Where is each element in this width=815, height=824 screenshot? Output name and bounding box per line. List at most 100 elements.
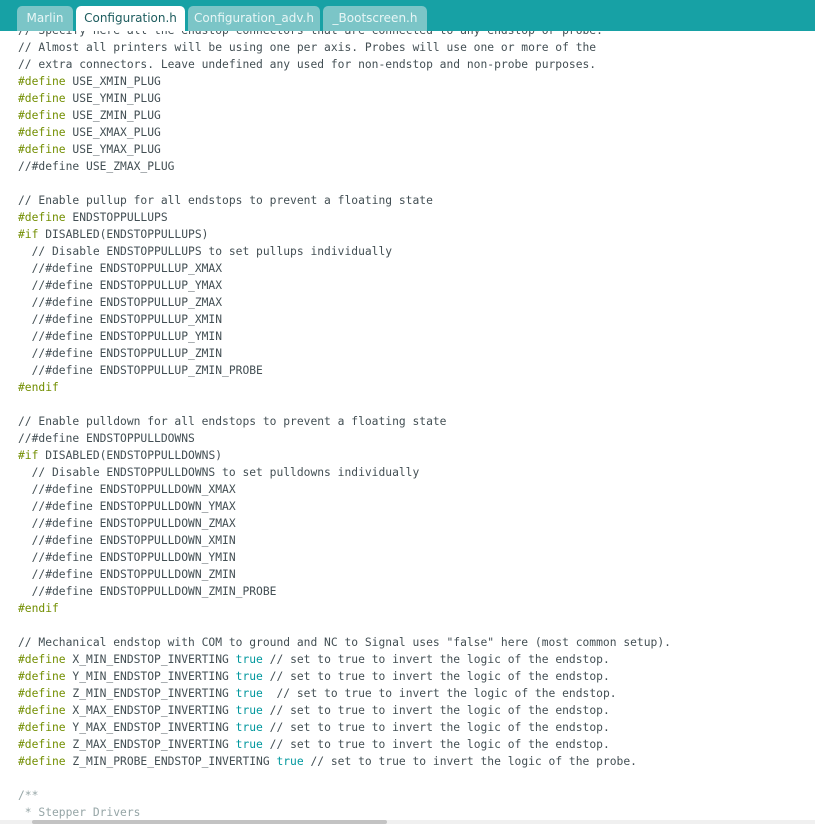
code-line: //#define ENDSTOPPULLDOWN_XMIN (18, 532, 815, 549)
code-token: //#define ENDSTOPPULLUP_YMAX (18, 279, 223, 292)
tab-configuration-adv-h[interactable]: Configuration_adv.h (188, 6, 320, 31)
code-line: #define X_MIN_ENDSTOP_INVERTING true // … (18, 651, 815, 668)
code-text[interactable]: // Specify here all the endstop connecto… (18, 31, 815, 819)
code-token: // Disable ENDSTOPPULLUPS to set pullups… (18, 245, 393, 258)
tab-bootscreen-h[interactable]: _Bootscreen.h (323, 6, 427, 31)
code-line: // Mechanical endstop with COM to ground… (18, 634, 815, 651)
code-token: // Disable ENDSTOPPULLDOWNS to set pulld… (18, 466, 420, 479)
keyword-token: true (235, 670, 263, 683)
code-token: * Stepper Drivers (18, 806, 141, 819)
code-token: //#define ENDSTOPPULLDOWN_YMAX (18, 500, 236, 513)
preprocessor-token: #if (18, 228, 39, 241)
code-token: // Enable pullup for all endstops to pre… (18, 194, 433, 207)
code-token: // extra connectors. Leave undefined any… (18, 58, 597, 71)
code-line: //#define ENDSTOPPULLDOWN_YMAX (18, 498, 815, 515)
preprocessor-token: #define (18, 755, 66, 768)
code-token: Y_MIN_ENDSTOP_INVERTING (65, 670, 236, 683)
code-line: #if DISABLED(ENDSTOPPULLDOWNS) (18, 447, 815, 464)
code-line: //#define ENDSTOPPULLDOWN_ZMIN_PROBE (18, 583, 815, 600)
code-line: #endif (18, 600, 815, 617)
code-editor[interactable]: // Specify here all the endstop connecto… (0, 31, 815, 821)
code-line: #endif (18, 379, 815, 396)
code-line: //#define ENDSTOPPULLUP_XMIN (18, 311, 815, 328)
tab-bar: Marlin Configuration.h Configuration_adv… (0, 0, 815, 33)
preprocessor-token: #define (18, 653, 66, 666)
code-line: // Disable ENDSTOPPULLDOWNS to set pulld… (18, 464, 815, 481)
keyword-token: true (235, 704, 263, 717)
code-token: USE_XMIN_PLUG (65, 75, 161, 88)
code-line: // Specify here all the endstop connecto… (18, 31, 815, 39)
code-line: #define USE_YMIN_PLUG (18, 90, 815, 107)
code-line: //#define ENDSTOPPULLUP_ZMIN (18, 345, 815, 362)
code-token: ENDSTOPPULLUPS (65, 211, 168, 224)
keyword-token: true (276, 755, 304, 768)
keyword-token: true (235, 687, 263, 700)
code-line: #if DISABLED(ENDSTOPPULLUPS) (18, 226, 815, 243)
code-token: //#define ENDSTOPPULLUP_XMAX (18, 262, 223, 275)
code-token: USE_ZMIN_PLUG (65, 109, 161, 122)
code-token: Y_MAX_ENDSTOP_INVERTING (65, 721, 236, 734)
preprocessor-token: #endif (18, 602, 59, 615)
code-line: // Almost all printers will be using one… (18, 39, 815, 56)
preprocessor-token: #define (18, 738, 66, 751)
preprocessor-token: #define (18, 211, 66, 224)
code-token: /** (18, 789, 39, 802)
code-token: DISABLED(ENDSTOPPULLUPS) (38, 228, 209, 241)
code-token: // Specify here all the endstop connecto… (18, 31, 603, 37)
code-token: // set to true to invert the logic of th… (262, 721, 610, 734)
preprocessor-token: #define (18, 143, 66, 156)
preprocessor-token: #endif (18, 381, 59, 394)
code-token: //#define ENDSTOPPULLUP_YMIN (18, 330, 223, 343)
code-line: // Enable pulldown for all endstops to p… (18, 413, 815, 430)
code-token: USE_YMAX_PLUG (65, 143, 161, 156)
code-token: X_MIN_ENDSTOP_INVERTING (65, 653, 236, 666)
code-token: //#define USE_ZMAX_PLUG (18, 160, 175, 173)
tab-marlin[interactable]: Marlin (17, 6, 73, 31)
code-line: // extra connectors. Leave undefined any… (18, 56, 815, 73)
code-token: DISABLED(ENDSTOPPULLDOWNS) (38, 449, 223, 462)
code-token: //#define ENDSTOPPULLDOWN_ZMIN_PROBE (18, 585, 277, 598)
preprocessor-token: #define (18, 92, 66, 105)
preprocessor-token: #define (18, 687, 66, 700)
code-line: #define USE_XMIN_PLUG (18, 73, 815, 90)
code-line: #define Y_MAX_ENDSTOP_INVERTING true // … (18, 719, 815, 736)
code-token: //#define ENDSTOPPULLDOWN_XMIN (18, 534, 236, 547)
keyword-token: true (235, 721, 263, 734)
code-token: Z_MIN_ENDSTOP_INVERTING (65, 687, 236, 700)
code-token: //#define ENDSTOPPULLDOWN_ZMIN (18, 568, 236, 581)
code-line: /** (18, 787, 815, 804)
code-token: //#define ENDSTOPPULLDOWN_ZMAX (18, 517, 236, 530)
code-line: // Disable ENDSTOPPULLUPS to set pullups… (18, 243, 815, 260)
code-line: //#define ENDSTOPPULLDOWN_YMIN (18, 549, 815, 566)
code-line: //#define ENDSTOPPULLDOWNS (18, 430, 815, 447)
horizontal-scrollbar[interactable] (0, 820, 815, 824)
code-token: X_MAX_ENDSTOP_INVERTING (65, 704, 236, 717)
preprocessor-token: #define (18, 670, 66, 683)
code-token: Z_MIN_PROBE_ENDSTOP_INVERTING (65, 755, 277, 768)
preprocessor-token: #define (18, 109, 66, 122)
code-line: //#define ENDSTOPPULLDOWN_ZMAX (18, 515, 815, 532)
code-token: // set to true to invert the logic of th… (303, 755, 637, 768)
preprocessor-token: #define (18, 704, 66, 717)
code-line: #define Z_MIN_PROBE_ENDSTOP_INVERTING tr… (18, 753, 815, 770)
code-token: // set to true to invert the logic of th… (262, 704, 610, 717)
code-token: // Mechanical endstop with COM to ground… (18, 636, 671, 649)
code-line: //#define ENDSTOPPULLUP_YMIN (18, 328, 815, 345)
code-line: #define Z_MIN_ENDSTOP_INVERTING true // … (18, 685, 815, 702)
code-token: //#define ENDSTOPPULLUP_ZMIN (18, 347, 223, 360)
code-line: //#define ENDSTOPPULLDOWN_XMAX (18, 481, 815, 498)
code-line: #define X_MAX_ENDSTOP_INVERTING true // … (18, 702, 815, 719)
code-token: USE_YMIN_PLUG (65, 92, 161, 105)
code-line: //#define USE_ZMAX_PLUG (18, 158, 815, 175)
code-token: // set to true to invert the logic of th… (262, 670, 610, 683)
scrollbar-thumb[interactable] (32, 820, 387, 824)
code-line: #define ENDSTOPPULLUPS (18, 209, 815, 226)
code-token: //#define ENDSTOPPULLUP_ZMAX (18, 296, 223, 309)
tab-configuration-h[interactable]: Configuration.h (76, 6, 185, 33)
code-token: Z_MAX_ENDSTOP_INVERTING (65, 738, 236, 751)
keyword-token: true (235, 738, 263, 751)
